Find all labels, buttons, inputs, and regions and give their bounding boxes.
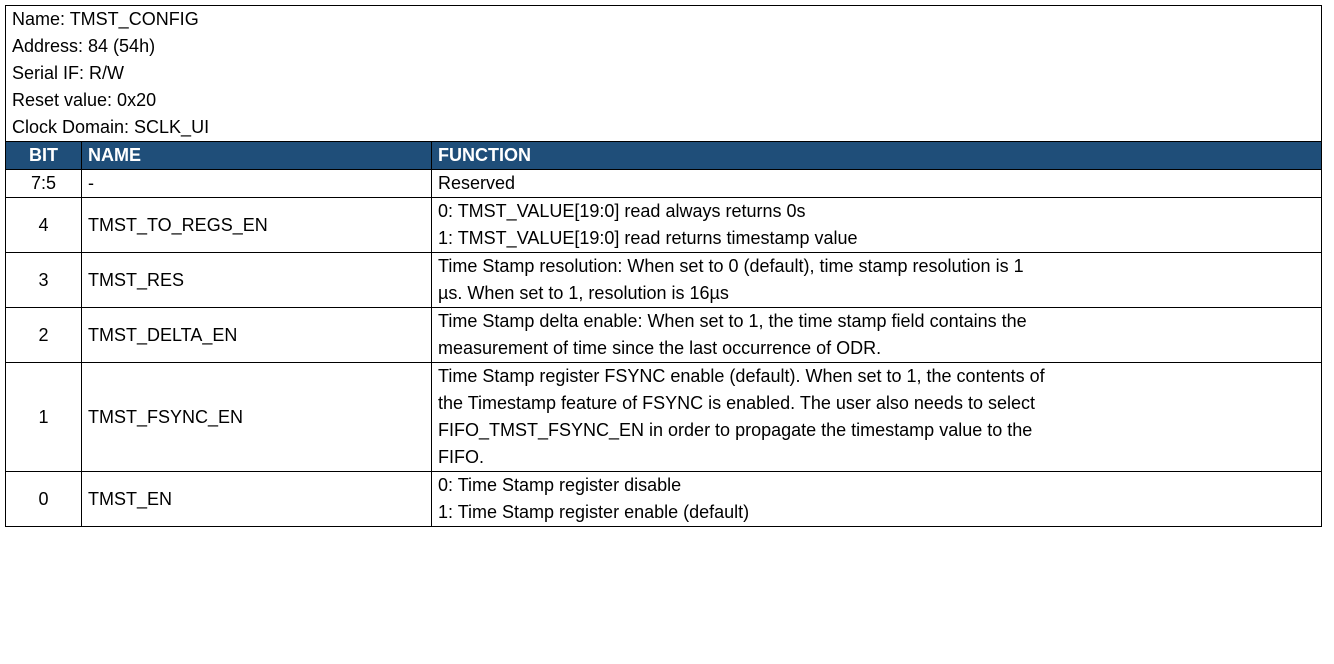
bit-cell: 1 [5,362,82,472]
bit-cell: 3 [5,252,82,308]
function-line: Time Stamp resolution: When set to 0 (de… [438,256,1024,276]
register-clock-domain-row: Clock Domain: SCLK_UI [4,114,1323,142]
function-cell: Time Stamp delta enable: When set to 1, … [430,307,1323,363]
register-table: Name: TMST_CONFIG Address: 84 (54h) Seri… [4,5,1323,527]
function-cell: Time Stamp resolution: When set to 0 (de… [430,252,1323,308]
register-serial-if: Serial IF: R/W [4,60,1323,87]
field-rows: 7:5- Reserved 4 TMST_TO_REGS_EN 0: TMST_VALU… [5,169,1323,527]
field-name-cell: TMST_TO_REGS_EN [81,197,432,253]
function-line: measurement of time since the last occur… [438,338,882,358]
bit-cell: 2 [5,307,82,363]
function-line: Reserved [438,173,516,193]
register-name: Name: TMST_CONFIG [4,5,1323,33]
register-reset-value-row: Reset value: 0x20 [4,87,1323,114]
register-address-row: Address: 84 (54h) [4,33,1323,60]
function-line: Time Stamp register FSYNC enable (defaul… [438,366,1045,386]
function-line: FIFO_TMST_FSYNC_EN in order to propagate… [438,420,1033,440]
function-line: the Timestamp feature of FSYNC is enable… [438,393,1035,413]
field-name-cell: TMST_RES [81,252,432,308]
header-name: NAME [81,141,432,170]
function-line: Time Stamp delta enable: When set to 1, … [438,311,1027,331]
function-line: 0: TMST_VALUE[19:0] read always returns … [438,201,806,221]
bit-cell: 4 [5,197,82,253]
field-name-cell: TMST_DELTA_EN [81,307,432,363]
bit-cell: 7:5 [5,169,82,198]
header-bit: BIT [5,141,82,170]
register-serial-if-row: Serial IF: R/W [4,60,1323,87]
table-row: 4 TMST_TO_REGS_EN 0: TMST_VALUE[19:0] read… [5,197,1323,253]
register-reset-value: Reset value: 0x20 [4,87,1323,114]
field-name-cell: TMST_FSYNC_EN [81,362,432,472]
table-row: 7:5- Reserved [5,169,1323,198]
table-row: 0 TMST_EN 0: Time Stamp register disable 1:… [5,471,1323,527]
table-header-row: BIT NAME FUNCTION [5,141,1323,170]
bit-cell: 0 [5,471,82,527]
register-clock-domain: Clock Domain: SCLK_UI [4,114,1323,142]
table-row: 3 TMST_RES Time Stamp resolution: When set… [5,252,1323,308]
function-cell: Time Stamp register FSYNC enable (defaul… [430,362,1323,472]
function-cell: 0: Time Stamp register disable 1: Time St… [430,471,1323,527]
register-name-row: Name: TMST_CONFIG [4,5,1323,33]
function-cell: Reserved [430,169,1323,198]
header-function: FUNCTION [430,141,1323,170]
function-line: 1: TMST_VALUE[19:0] read returns timesta… [438,228,858,248]
function-cell: 0: TMST_VALUE[19:0] read always returns … [430,197,1323,253]
function-line: FIFO. [438,447,484,467]
register-address: Address: 84 (54h) [4,33,1323,60]
field-name-cell: TMST_EN [81,471,432,527]
table-row: 1 TMST_FSYNC_EN Time Stamp register FSYNC … [5,362,1323,472]
table-row: 2 TMST_DELTA_EN Time Stamp delta enable: W… [5,307,1323,363]
function-line: 0: Time Stamp register disable [438,475,682,495]
function-line: µs. When set to 1, resolution is 16µs [438,283,729,303]
function-line: 1: Time Stamp register enable (default) [438,502,750,522]
field-name-cell: - [81,169,432,198]
